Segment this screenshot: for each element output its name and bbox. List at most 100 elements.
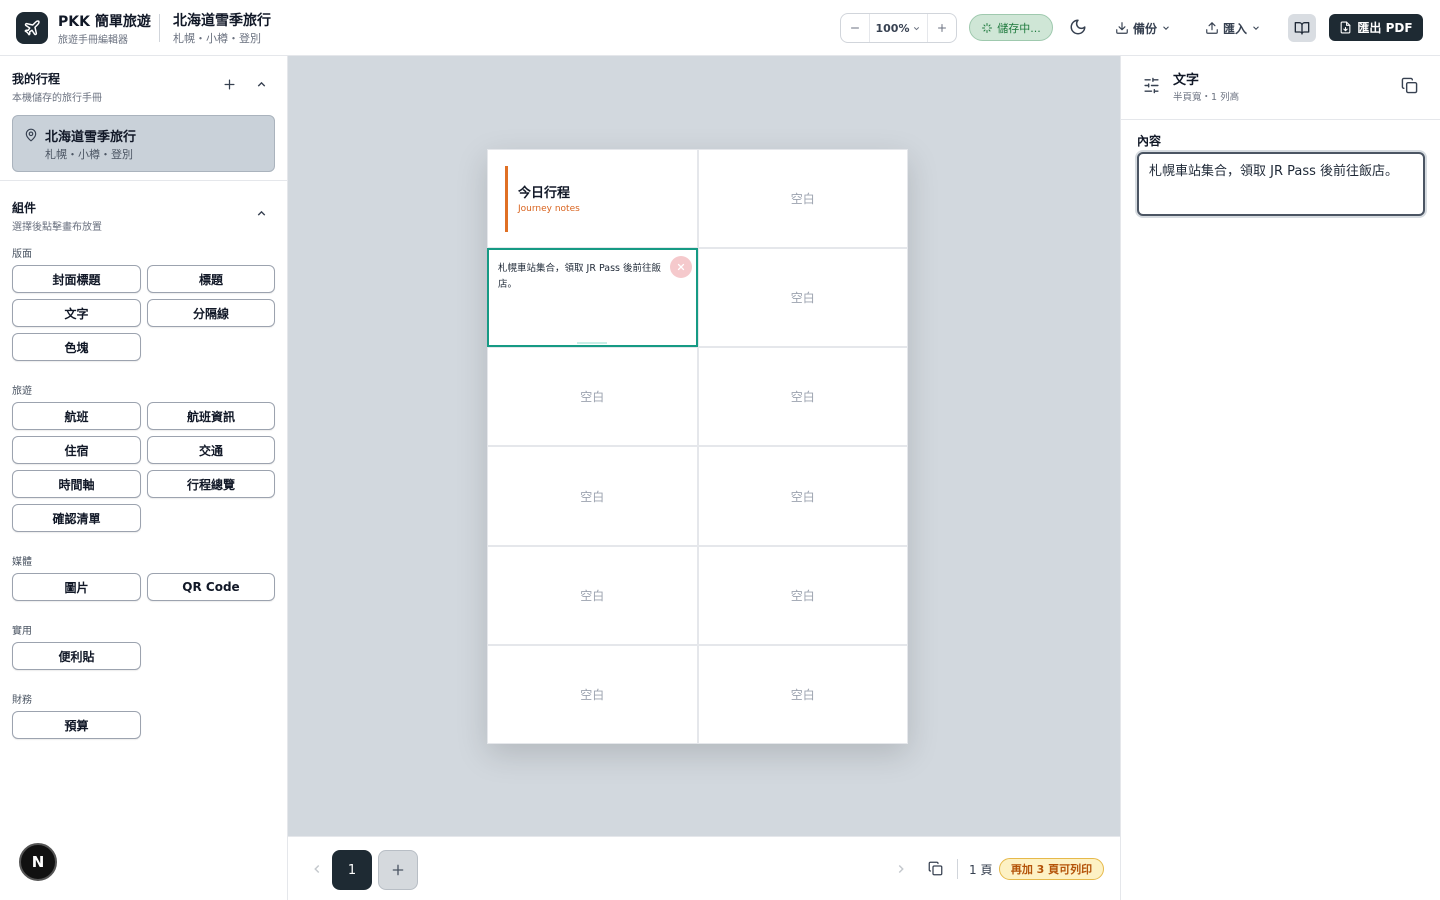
sliders-icon — [1143, 77, 1160, 94]
chevron-down-icon — [1251, 23, 1261, 33]
book-open-icon — [1294, 20, 1310, 36]
component-transport-button[interactable]: 交通 — [147, 436, 275, 464]
import-label: 匯入 — [1223, 21, 1248, 36]
empty-slot[interactable]: 空白 — [487, 347, 698, 447]
moon-icon — [1069, 18, 1087, 36]
resize-handle[interactable] — [577, 342, 607, 345]
selected-text-block[interactable]: 札幌車站集合，領取 JR Pass 後前往飯店。 — [487, 248, 698, 348]
preview-book-button[interactable] — [1288, 14, 1316, 42]
component-qrcode-button[interactable]: QR Code — [147, 573, 275, 601]
chevron-up-icon — [255, 207, 268, 220]
next-page-button[interactable] — [894, 862, 908, 876]
empty-slot[interactable]: 空白 — [487, 644, 698, 744]
category-finance: 財務 — [12, 695, 32, 706]
components-subtitle: 選擇後點擊畫布放置 — [12, 222, 102, 233]
plane-icon — [23, 19, 41, 37]
backup-label: 備份 — [1133, 21, 1158, 36]
component-timeline-button[interactable]: 時間軸 — [12, 470, 141, 498]
add-trip-button[interactable] — [219, 74, 239, 94]
component-divider-button[interactable]: 分隔線 — [147, 299, 275, 327]
text-block-content: 札幌車站集合，領取 JR Pass 後前往飯店。 — [498, 263, 661, 291]
component-flight-info-button[interactable]: 航班資訊 — [147, 402, 275, 430]
inspector-panel: 文字 半頁寬・1 列高 內容 札幌車站集合，領取 JR Pass 後前往飯店。 — [1120, 56, 1440, 900]
empty-slot[interactable]: 空白 — [697, 446, 908, 546]
empty-slot[interactable]: 空白 — [487, 545, 698, 645]
theme-toggle-button[interactable] — [1069, 18, 1087, 36]
zoom-out-button[interactable] — [841, 14, 869, 42]
inspector-title: 文字 — [1173, 73, 1200, 88]
component-flight-button[interactable]: 航班 — [12, 402, 141, 430]
export-pdf-button[interactable]: 匯出 PDF — [1329, 14, 1423, 41]
top-header: PKK 簡單旅遊 旅遊手冊編輯器 北海道雪季旅行 札幌・小樽・登別 100% 儲… — [0, 0, 1440, 56]
inspector-header: 文字 半頁寬・1 列高 — [1121, 56, 1440, 120]
empty-slot[interactable]: 空白 — [487, 446, 698, 546]
zoom-select[interactable]: 100% — [869, 14, 928, 42]
trip-locations: 札幌・小樽・登別 — [173, 32, 261, 45]
collapse-components-button[interactable] — [251, 203, 271, 223]
chevron-left-icon — [310, 862, 324, 876]
component-cover-title-button[interactable]: 封面標題 — [12, 265, 141, 293]
component-itinerary-overview-button[interactable]: 行程總覽 — [147, 470, 275, 498]
page-count: 1 頁 — [969, 863, 993, 877]
remove-block-button[interactable] — [669, 256, 692, 279]
user-avatar-button[interactable]: N — [19, 843, 57, 881]
trip-card[interactable]: 北海道雪季旅行 札幌・小樽・登別 — [12, 115, 275, 172]
component-lodging-button[interactable]: 住宿 — [12, 436, 141, 464]
header-divider — [159, 14, 160, 42]
chevron-down-icon — [912, 24, 921, 33]
trip-card-locations: 札幌・小樽・登別 — [45, 148, 133, 161]
empty-slot[interactable]: 空白 — [697, 149, 908, 249]
content-label: 內容 — [1137, 134, 1162, 148]
copy-icon — [1401, 77, 1418, 94]
chevron-down-icon — [1161, 23, 1171, 33]
component-heading-button[interactable]: 標題 — [147, 265, 275, 293]
app-name: PKK 簡單旅遊 — [58, 14, 151, 30]
empty-slot[interactable]: 空白 — [697, 545, 908, 645]
backup-button[interactable]: 備份 — [1115, 15, 1171, 41]
sidebar-divider — [0, 180, 288, 181]
save-status-text: 儲存中... — [997, 21, 1041, 35]
handbook-page: 今日行程 Journey notes 空白 札幌車站集合，領取 JR Pass … — [487, 149, 908, 744]
print-warning-badge: 再加 3 頁可列印 — [999, 858, 1104, 880]
zoom-control: 100% — [840, 13, 957, 43]
zoom-value: 100% — [875, 21, 910, 35]
title-block-cell[interactable]: 今日行程 Journey notes — [487, 149, 698, 249]
component-color-block-button[interactable]: 色塊 — [12, 333, 141, 361]
minus-icon — [849, 22, 861, 34]
left-sidebar: 我的行程 本機儲存的旅行手冊 北海道雪季旅行 札幌・小樽・登別 組件 選擇後點擊… — [0, 56, 288, 900]
import-button[interactable]: 匯入 — [1205, 15, 1261, 41]
chevron-up-icon — [255, 78, 268, 91]
app-logo[interactable] — [16, 12, 48, 44]
download-icon — [1115, 21, 1129, 35]
plus-icon — [390, 862, 406, 878]
upload-icon — [1205, 21, 1219, 35]
title-accent-bar — [505, 166, 508, 232]
component-text-button[interactable]: 文字 — [12, 299, 141, 327]
duplicate-block-button[interactable] — [1401, 77, 1418, 94]
component-image-button[interactable]: 圖片 — [12, 573, 141, 601]
category-layout: 版面 — [12, 249, 32, 260]
zoom-in-button[interactable] — [928, 14, 956, 42]
sparkle-icon — [981, 22, 993, 34]
category-utility: 實用 — [12, 626, 32, 637]
collapse-trips-button[interactable] — [251, 74, 271, 94]
copy-icon — [928, 861, 943, 876]
add-page-button[interactable] — [378, 850, 418, 890]
empty-slot[interactable]: 空白 — [697, 248, 908, 348]
duplicate-page-button[interactable] — [928, 861, 943, 876]
component-checklist-button[interactable]: 確認清單 — [12, 504, 141, 532]
save-status-badge: 儲存中... — [969, 14, 1053, 41]
editor-canvas[interactable]: 今日行程 Journey notes 空白 札幌車站集合，領取 JR Pass … — [288, 56, 1120, 836]
empty-slot[interactable]: 空白 — [697, 347, 908, 447]
close-icon — [676, 262, 686, 272]
category-media: 媒體 — [12, 557, 32, 568]
component-sticky-note-button[interactable]: 便利貼 — [12, 642, 141, 670]
page-thumbnail[interactable]: 1 — [332, 850, 372, 890]
component-budget-button[interactable]: 預算 — [12, 711, 141, 739]
content-textarea[interactable]: 札幌車站集合，領取 JR Pass 後前往飯店。 — [1137, 152, 1425, 216]
previous-page-button[interactable] — [310, 862, 324, 876]
app-subtitle: 旅遊手冊編輯器 — [58, 35, 128, 46]
title-block-subtitle: Journey notes — [518, 204, 580, 214]
empty-slot[interactable]: 空白 — [697, 644, 908, 744]
trip-card-name: 北海道雪季旅行 — [45, 130, 137, 145]
